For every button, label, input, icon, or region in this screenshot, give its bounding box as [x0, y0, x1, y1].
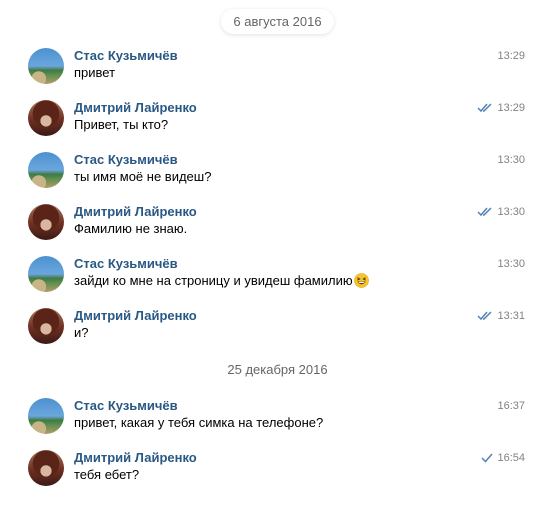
- dmitry-avatar[interactable]: [28, 308, 64, 344]
- message-time[interactable]: 13:31: [497, 310, 525, 322]
- date-label: 6 августа 2016: [221, 9, 334, 34]
- message-row[interactable]: Стас Кузьмичёв привет, какая у тебя симк…: [0, 398, 555, 444]
- stas-avatar[interactable]: [28, 152, 64, 188]
- message-row[interactable]: Стас Кузьмичёв привет 13:29: [0, 48, 555, 94]
- date-separator: 25 декабря 2016: [0, 357, 555, 382]
- date-label: 25 декабря 2016: [215, 357, 340, 382]
- stas-avatar[interactable]: [28, 398, 64, 434]
- message-row[interactable]: Дмитрий Лайренко Привет, ты кто? 13:29: [0, 100, 555, 146]
- author-name[interactable]: Стас Кузьмичёв: [74, 256, 178, 271]
- author-name[interactable]: Стас Кузьмичёв: [74, 48, 178, 63]
- author-name[interactable]: Дмитрий Лайренко: [74, 204, 197, 219]
- message-text: зайди ко мне на строницу и увидеш фамили…: [74, 273, 353, 288]
- message-row[interactable]: Дмитрий Лайренко тебя ебет? 16:54: [0, 450, 555, 496]
- message-text: ты имя моё не видеш?: [74, 169, 212, 184]
- check-icon: [481, 453, 493, 463]
- message-time[interactable]: 13:29: [497, 102, 525, 114]
- message-text: и?: [74, 325, 89, 340]
- message-time[interactable]: 13:29: [497, 50, 525, 62]
- laughing-face-emoji: [353, 273, 369, 288]
- message-time[interactable]: 13:30: [497, 258, 525, 270]
- message-time[interactable]: 13:30: [497, 206, 525, 218]
- message-row[interactable]: Стас Кузьмичёв зайди ко мне на строницу …: [0, 256, 555, 302]
- dmitry-avatar[interactable]: [28, 204, 64, 240]
- dmitry-avatar[interactable]: [28, 100, 64, 136]
- message-row[interactable]: Дмитрий Лайренко и? 13:31: [0, 308, 555, 354]
- message-row[interactable]: Дмитрий Лайренко Фамилию не знаю. 13:30: [0, 204, 555, 250]
- message-text: привет, какая у тебя симка на телефоне?: [74, 415, 324, 430]
- stas-avatar[interactable]: [28, 48, 64, 84]
- message-time[interactable]: 13:30: [497, 154, 525, 166]
- double-check-icon: [477, 311, 492, 321]
- dmitry-avatar[interactable]: [28, 450, 64, 486]
- double-check-icon: [477, 103, 492, 113]
- stas-avatar[interactable]: [28, 256, 64, 292]
- author-name[interactable]: Дмитрий Лайренко: [74, 450, 197, 465]
- author-name[interactable]: Дмитрий Лайренко: [74, 308, 197, 323]
- message-time[interactable]: 16:37: [497, 400, 525, 412]
- date-separator: 6 августа 2016: [0, 9, 555, 34]
- message-history: 6 августа 2016 Стас Кузьмичёв привет 13:…: [0, 0, 555, 515]
- author-name[interactable]: Стас Кузьмичёв: [74, 152, 178, 167]
- message-row[interactable]: Стас Кузьмичёв ты имя моё не видеш? 13:3…: [0, 152, 555, 198]
- message-text: привет: [74, 65, 116, 80]
- message-text: Фамилию не знаю.: [74, 221, 188, 236]
- message-text: тебя ебет?: [74, 467, 140, 482]
- message-time[interactable]: 16:54: [497, 452, 525, 464]
- author-name[interactable]: Стас Кузьмичёв: [74, 398, 178, 413]
- message-text: Привет, ты кто?: [74, 117, 169, 132]
- message-text-wrap: зайди ко мне на строницу и увидеш фамили…: [74, 273, 369, 288]
- author-name[interactable]: Дмитрий Лайренко: [74, 100, 197, 115]
- double-check-icon: [477, 207, 492, 217]
